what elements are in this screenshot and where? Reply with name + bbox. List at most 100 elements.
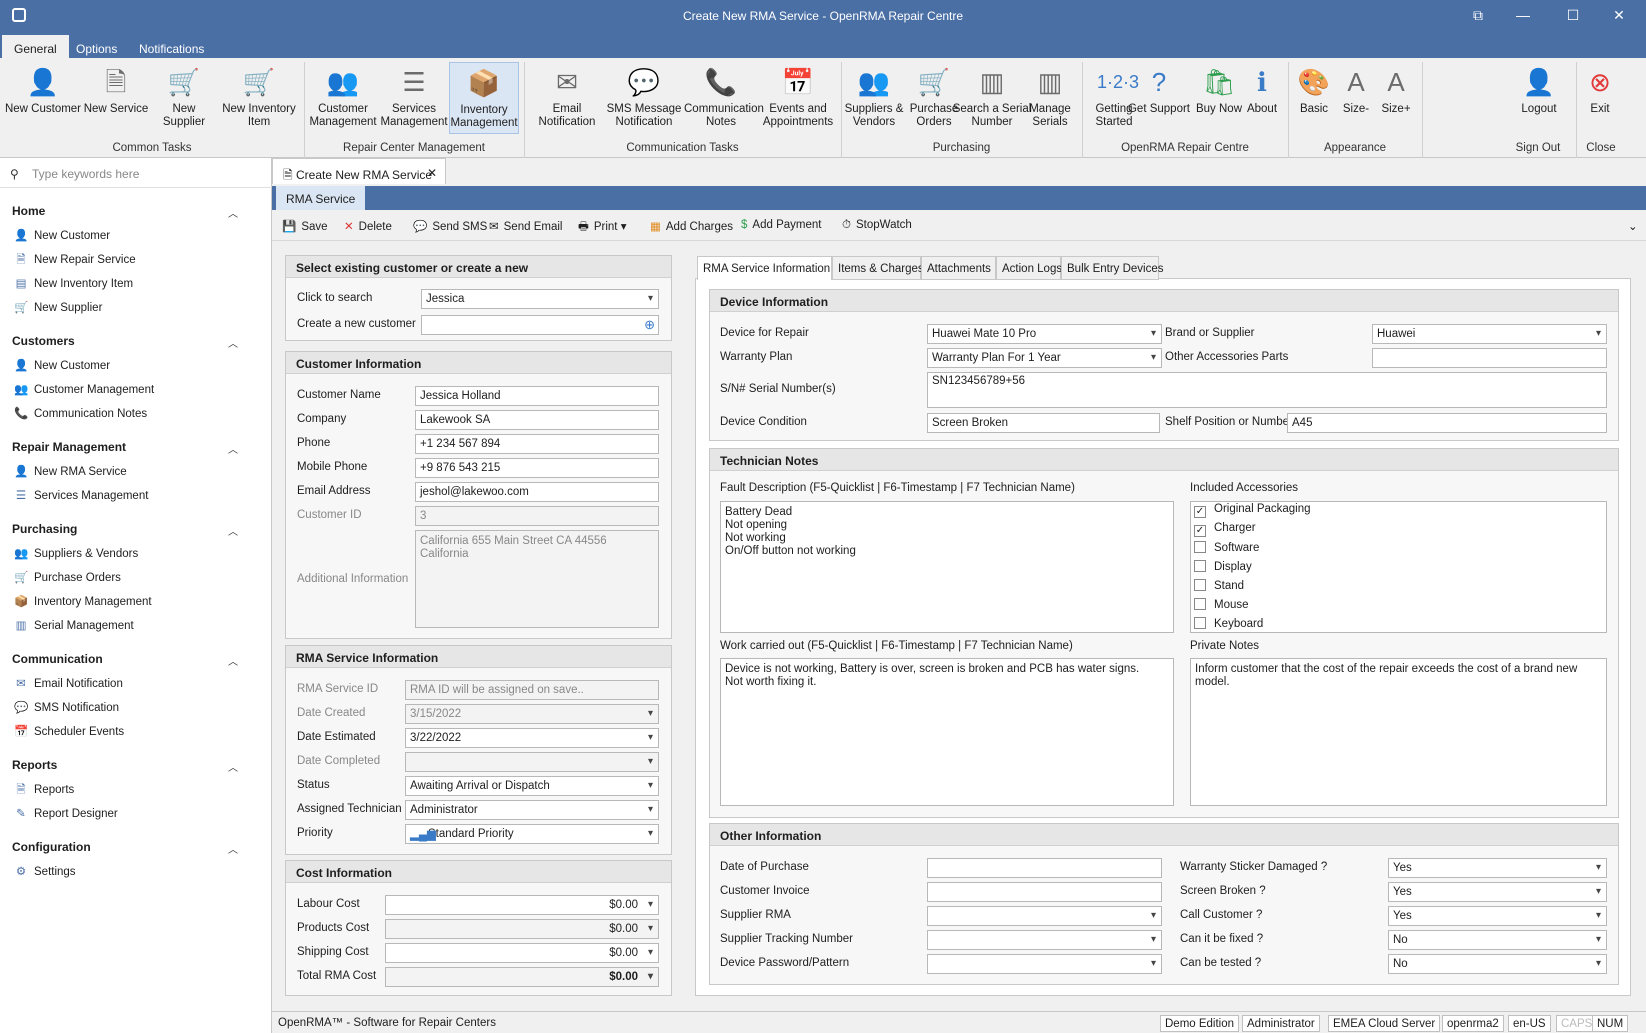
device-combo[interactable]: Huawei Mate 10 Pro	[927, 324, 1162, 344]
additional-info-field[interactable]: California 655 Main Street CA 44556 Cali…	[415, 530, 659, 628]
close-window-button[interactable]: ✕	[1596, 0, 1642, 31]
nav-section-repair[interactable]: Repair Management	[12, 440, 126, 454]
suppliers-vendors-button[interactable]: 👥 Suppliers & Vendors	[844, 62, 904, 129]
chevron-up-icon[interactable]: ︿	[228, 759, 238, 774]
customer-name-field[interactable]: Jessica Holland	[415, 386, 659, 406]
tab-notifications[interactable]: Notifications	[127, 35, 216, 58]
nav-report-designer[interactable]: ✎ Report Designer	[14, 806, 118, 820]
document-tab[interactable]: 🗎 Create New RMA Service ✕	[272, 158, 446, 184]
nav-new-supplier[interactable]: 🛒 New Supplier	[14, 300, 102, 314]
search-input[interactable]: Type keywords here	[32, 167, 139, 181]
nav-scheduler-events[interactable]: 📅 Scheduler Events	[14, 724, 124, 738]
screen-broken-combo[interactable]: Yes	[1388, 882, 1607, 902]
chevron-up-icon[interactable]: ︿	[228, 441, 238, 456]
events-appointments-button[interactable]: 📅 Events and Appointments	[758, 62, 838, 129]
nav-suppliers-vendors[interactable]: 👥 Suppliers & Vendors	[14, 546, 138, 560]
create-customer-field[interactable]: ⊕	[421, 315, 659, 335]
shipping-cost-field[interactable]: $0.00	[385, 943, 659, 963]
restore-layout-icon[interactable]: ⧉	[1455, 0, 1501, 31]
send-email-button[interactable]: ✉ Send Email	[489, 219, 562, 233]
tab-attachments[interactable]: Attachments	[921, 256, 996, 280]
print-button[interactable]: 🖶 Print ▾	[578, 219, 626, 238]
nav-serial-management[interactable]: ▥ Serial Management	[14, 618, 134, 632]
can-be-tested-combo[interactable]: No	[1388, 954, 1607, 974]
supplier-rma-combo[interactable]	[927, 906, 1162, 926]
shelf-field[interactable]: A45	[1287, 413, 1607, 433]
maximize-button[interactable]: ☐	[1550, 0, 1596, 31]
nav-section-configuration[interactable]: Configuration	[12, 840, 91, 854]
basic-theme-button[interactable]: 🎨 Basic	[1292, 62, 1336, 116]
delete-button[interactable]: ✕ Delete	[344, 219, 392, 233]
brand-combo[interactable]: Huawei	[1372, 324, 1607, 344]
date-estimated-field[interactable]: 3/22/2022	[405, 728, 659, 748]
warranty-combo[interactable]: Warranty Plan For 1 Year	[927, 348, 1162, 368]
condition-field[interactable]: Screen Broken	[927, 413, 1160, 433]
call-customer-combo[interactable]: Yes	[1388, 906, 1607, 926]
can-be-fixed-combo[interactable]: No	[1388, 930, 1607, 950]
chevron-up-icon[interactable]: ︿	[228, 653, 238, 668]
nav-reports[interactable]: 🗎 Reports	[14, 782, 74, 801]
nav-section-customers[interactable]: Customers	[12, 334, 75, 348]
customer-management-button[interactable]: 👥 Customer Management	[307, 62, 379, 129]
checkbox-mouse[interactable]: Mouse	[1194, 598, 1249, 611]
services-management-button[interactable]: ☰ Services Management	[379, 62, 449, 129]
chevron-down-icon[interactable]: ⌄	[1628, 219, 1638, 233]
stopwatch-button[interactable]: ⏱ StopWatch	[842, 219, 912, 232]
checkbox-display[interactable]: Display	[1194, 560, 1252, 573]
new-service-button[interactable]: 🗎 New Service	[82, 62, 150, 116]
password-combo[interactable]	[927, 954, 1162, 974]
phone-field[interactable]: +1 234 567 894	[415, 434, 659, 454]
nav-section-purchasing[interactable]: Purchasing	[12, 522, 77, 536]
inventory-management-button[interactable]: 📦 Inventory Management	[449, 62, 519, 134]
customer-invoice-field[interactable]	[927, 882, 1162, 902]
checkbox-keyboard[interactable]: Keyboard	[1194, 617, 1263, 630]
email-notification-button[interactable]: ✉ Email Notification	[530, 62, 604, 129]
nav-new-customer[interactable]: 👤 New Customer	[14, 228, 110, 242]
nav-purchase-orders[interactable]: 🛒 Purchase Orders	[14, 570, 121, 584]
technician-combo[interactable]: Administrator	[405, 800, 659, 820]
email-field[interactable]: jeshol@lakewoo.com	[415, 482, 659, 502]
about-button[interactable]: ℹ About	[1240, 62, 1284, 116]
get-support-button[interactable]: ? Get Support	[1126, 62, 1192, 116]
nav-section-home[interactable]: Home	[12, 204, 45, 218]
chevron-up-icon[interactable]: ︿	[228, 335, 238, 350]
warranty-sticker-combo[interactable]: Yes	[1388, 858, 1607, 878]
nav-inventory-management[interactable]: 📦 Inventory Management	[14, 594, 152, 608]
nav-new-customer-2[interactable]: 👤 New Customer	[14, 358, 110, 372]
nav-sms-notification[interactable]: 💬 SMS Notification	[14, 700, 119, 714]
fault-description-field[interactable]: Battery Dead Not opening Not working On/…	[720, 501, 1174, 633]
sidebar-search[interactable]: ⚲ Type keywords here	[0, 158, 272, 188]
chevron-up-icon[interactable]: ︿	[228, 841, 238, 856]
nav-settings[interactable]: ⚙ Settings	[14, 864, 76, 878]
tab-rma-service[interactable]: RMA Service	[276, 186, 366, 210]
communication-notes-button[interactable]: 📞 Communication Notes	[684, 62, 764, 129]
new-inventory-item-button[interactable]: 🛒 New Inventory Item	[218, 62, 300, 129]
send-sms-button[interactable]: 💬 Send SMS	[413, 219, 487, 233]
add-payment-button[interactable]: $ Add Payment	[741, 219, 821, 231]
private-notes-field[interactable]: Inform customer that the cost of the rep…	[1190, 658, 1607, 806]
tab-rma-service-information[interactable]: RMA Service Information	[697, 256, 832, 280]
checkbox-stand[interactable]: Stand	[1194, 579, 1244, 592]
mobile-phone-field[interactable]: +9 876 543 215	[415, 458, 659, 478]
tab-bulk-entry-devices[interactable]: Bulk Entry Devices	[1061, 256, 1164, 280]
serial-field[interactable]: SN123456789+56	[927, 372, 1607, 408]
nav-email-notification[interactable]: ✉ Email Notification	[14, 676, 123, 690]
tab-action-logs[interactable]: Action Logs	[996, 256, 1062, 280]
priority-combo[interactable]: ▂▄▆ Standard Priority	[405, 824, 659, 844]
tab-items-charges[interactable]: Items & Charges	[832, 256, 924, 280]
nav-section-communication[interactable]: Communication	[12, 652, 103, 666]
close-tab-icon[interactable]: ✕	[427, 166, 437, 180]
size-smaller-button[interactable]: A Size-	[1336, 62, 1376, 116]
new-customer-button[interactable]: 👤 New Customer	[4, 62, 82, 116]
add-charges-button[interactable]: ▦ Add Charges	[650, 219, 733, 233]
tracking-combo[interactable]	[927, 930, 1162, 950]
buy-now-button[interactable]: 🛍 Buy Now	[1192, 62, 1246, 116]
new-supplier-button[interactable]: 🛒 New Supplier	[150, 62, 218, 129]
customer-search-combo[interactable]: Jessica	[421, 289, 659, 309]
minimize-button[interactable]: —	[1500, 0, 1546, 31]
nav-new-repair-service[interactable]: 🗎 New Repair Service	[14, 252, 135, 271]
date-purchase-field[interactable]	[927, 858, 1162, 878]
labour-cost-field[interactable]: $0.00	[385, 895, 659, 915]
checkbox-original-packaging[interactable]: ✓ Original Packaging	[1194, 503, 1311, 518]
status-combo[interactable]: Awaiting Arrival or Dispatch	[405, 776, 659, 796]
